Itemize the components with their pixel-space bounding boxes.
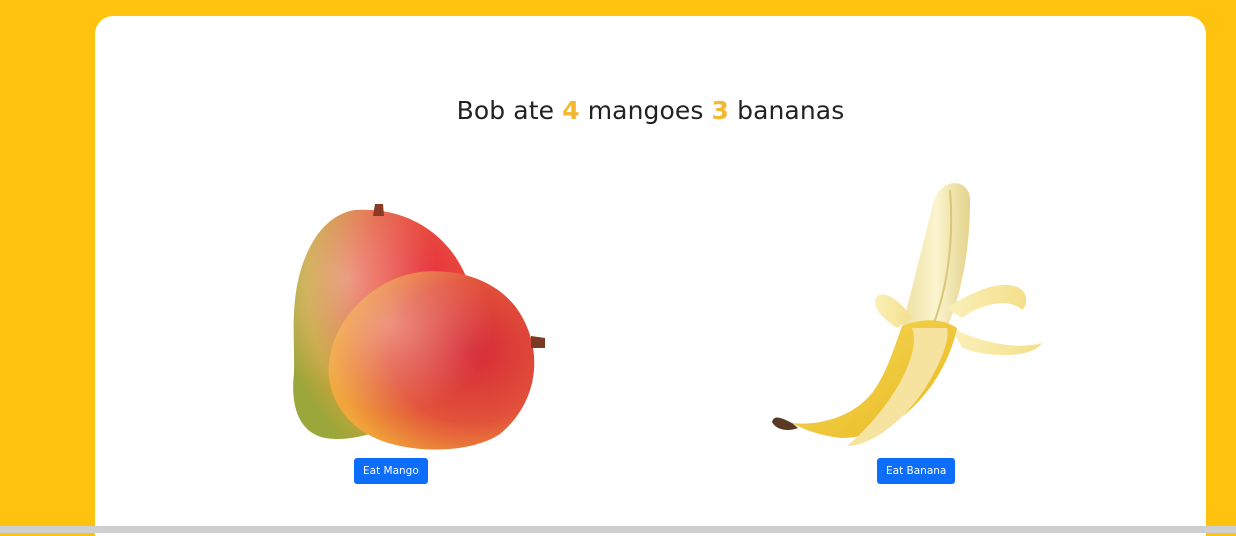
headline-text-3: bananas [737, 96, 845, 125]
eat-banana-button[interactable]: Eat Banana [877, 458, 956, 484]
banana-image [772, 183, 1042, 446]
mango-image [293, 204, 545, 450]
bottom-scroll-bar[interactable] [0, 526, 1236, 533]
mango-count: 4 [562, 96, 580, 125]
headline: Bob ate 4 mangoes 3 bananas [95, 96, 1206, 125]
eat-mango-button[interactable]: Eat Mango [354, 458, 428, 484]
headline-text-1: Bob ate [456, 96, 555, 125]
main-card: Bob ate 4 mangoes 3 bananas Eat Mango Ea… [95, 16, 1206, 536]
banana-count: 3 [711, 96, 730, 125]
headline-text-2: mangoes [587, 96, 704, 125]
